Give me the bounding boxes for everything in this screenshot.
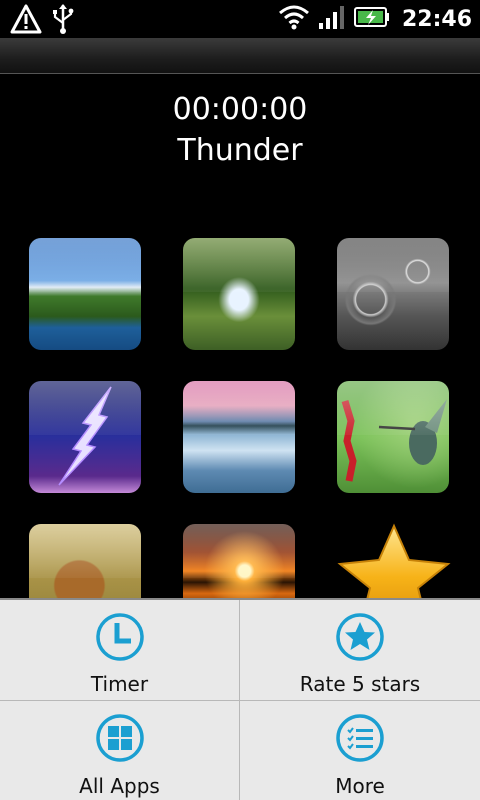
sound-tile-coast[interactable] (29, 238, 141, 350)
sound-tile-rain[interactable] (337, 238, 449, 350)
title-bar (0, 38, 480, 74)
menu-item-all-apps[interactable]: All Apps (0, 701, 240, 800)
menu-item-more[interactable]: More (240, 701, 480, 800)
timer-display: 00:00:00 (172, 92, 308, 127)
grid-icon (95, 713, 145, 763)
options-menu: Timer Rate 5 stars All Apps More (0, 598, 480, 800)
sound-tile-lightning[interactable] (29, 381, 141, 493)
star-circle-icon (335, 612, 385, 662)
menu-label: Rate 5 stars (299, 672, 421, 696)
clock-icon (95, 612, 145, 662)
menu-label: More (335, 774, 385, 798)
status-bar: 22:46 (0, 0, 480, 38)
menu-label: Timer (90, 672, 149, 696)
battery-charging-icon (353, 6, 390, 32)
sound-tile-hummingbird[interactable] (337, 381, 449, 493)
sound-tile-niagara[interactable] (183, 381, 295, 493)
current-sound-name: Thunder (177, 133, 303, 168)
menu-item-rate[interactable]: Rate 5 stars (240, 600, 480, 701)
wifi-icon (278, 4, 310, 34)
signal-icon (318, 4, 346, 34)
warning-icon (10, 3, 42, 39)
list-icon (335, 713, 385, 763)
menu-item-timer[interactable]: Timer (0, 600, 240, 701)
usb-icon (50, 3, 76, 39)
clock: 22:46 (401, 6, 472, 32)
menu-label: All Apps (79, 774, 160, 798)
sound-tile-waterfall[interactable] (183, 238, 295, 350)
